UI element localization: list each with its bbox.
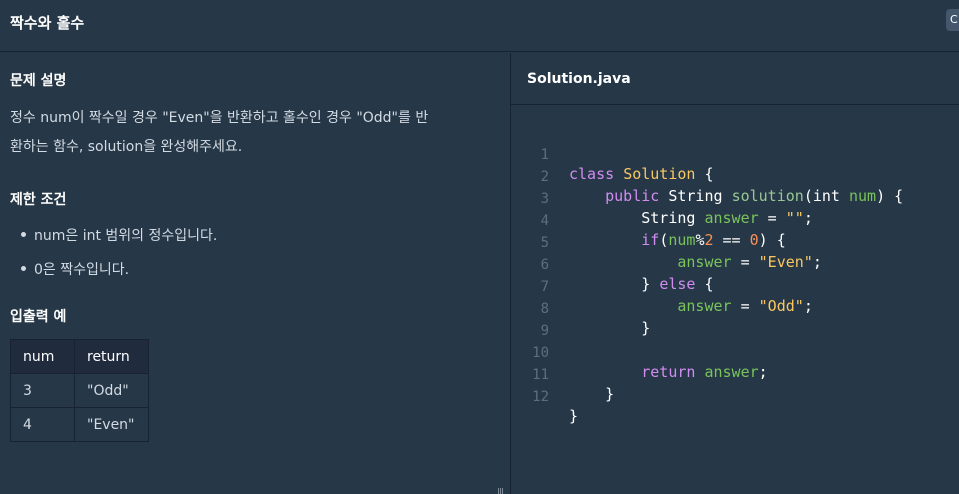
- code-token: (: [803, 187, 813, 205]
- code-token: int: [812, 187, 840, 205]
- description-title: 문제 설명: [10, 73, 67, 89]
- code-line: 11 }: [511, 349, 614, 403]
- table-cell: "Even": [74, 407, 149, 442]
- code-token: "Even": [758, 253, 813, 271]
- editor-tab-solution[interactable]: Solution.java: [527, 71, 631, 87]
- code-line: 7 answer = "Odd";: [511, 261, 813, 315]
- constraints-title: 제한 조건: [10, 192, 67, 208]
- code-line: 8 }: [511, 283, 651, 337]
- code-token: String: [668, 187, 723, 205]
- code-line: 2 public String solution(int num) {: [511, 151, 904, 205]
- editor-panel: Solution.java 1 class Solution { 2 publi…: [511, 53, 959, 494]
- code-token: =: [731, 297, 759, 315]
- code-line: 3 String answer = "";: [511, 173, 813, 227]
- code-token: answer: [704, 363, 759, 381]
- table-row: 4 "Even": [10, 407, 149, 442]
- code-editor[interactable]: 1 class Solution { 2 public String solut…: [511, 106, 959, 494]
- code-line: 1 class Solution {: [511, 129, 714, 183]
- code-token: ;: [803, 209, 813, 227]
- code-token: solution: [731, 187, 804, 205]
- code-token: num: [848, 187, 877, 205]
- code-token: =: [731, 253, 759, 271]
- code-token: ;: [812, 253, 822, 271]
- code-token: else: [659, 275, 696, 293]
- description-line-2: 환하는 함수, solution을 완성해주세요.: [10, 139, 243, 155]
- code-token: {: [695, 165, 714, 183]
- code-token: if: [641, 231, 660, 249]
- code-token: 2: [704, 231, 714, 249]
- code-line: 12 }: [511, 371, 578, 425]
- code-token: }: [569, 407, 579, 425]
- code-token: Solution: [623, 165, 696, 183]
- page-title: 짝수와 홀수: [10, 14, 85, 32]
- table-header-row: num return: [10, 339, 149, 374]
- examples-title: 입출력 예: [10, 309, 67, 325]
- code-token: }: [641, 319, 651, 337]
- code-line: 4 if(num%2 == 0) {: [511, 195, 786, 249]
- code-token: 0: [749, 231, 759, 249]
- table-header-num: num: [10, 339, 75, 374]
- resize-handle-icon[interactable]: |||: [497, 488, 504, 494]
- code-line: 5 answer = "Even";: [511, 217, 822, 271]
- code-token: public: [605, 187, 660, 205]
- code-token: }: [641, 275, 660, 293]
- code-token: ;: [803, 297, 813, 315]
- table-cell: 4: [10, 407, 75, 442]
- code-token: answer: [677, 297, 732, 315]
- table-header-return: return: [74, 339, 149, 374]
- line-number: 12: [532, 389, 549, 405]
- code-token: "": [785, 209, 804, 227]
- example-table: num return 3 "Odd" 4 "Even": [10, 339, 149, 442]
- code-token: return: [641, 363, 696, 381]
- table-cell: "Odd": [74, 373, 149, 408]
- code-token: String: [641, 209, 696, 227]
- constraint-item: 0은 짝수입니다.: [20, 259, 129, 279]
- code-token: answer: [704, 209, 759, 227]
- code-token: ) {: [758, 231, 786, 249]
- top-bar: 짝수와 홀수 C: [0, 0, 959, 52]
- description-line-1: 정수 num이 짝수일 경우 "Even"을 반환하고 홀수인 경우 "Odd"…: [10, 110, 429, 126]
- code-line: 10 return answer;: [511, 327, 768, 381]
- editor-tab-bar: Solution.java: [511, 53, 959, 105]
- code-token: class: [569, 165, 615, 183]
- code-token: ==: [713, 231, 750, 249]
- code-line: 6 } else {: [511, 239, 714, 293]
- code-line: 9: [511, 305, 565, 339]
- code-token: ) {: [876, 187, 904, 205]
- corner-button[interactable]: C: [946, 9, 959, 31]
- code-token: num: [668, 231, 696, 249]
- code-token: answer: [677, 253, 732, 271]
- code-token: "Odd": [758, 297, 804, 315]
- code-token: (: [659, 231, 669, 249]
- code-token: =: [758, 209, 786, 227]
- table-cell: 3: [10, 373, 75, 408]
- problem-description: 정수 num이 짝수일 경우 "Even"을 반환하고 홀수인 경우 "Odd"…: [10, 104, 480, 162]
- constraint-item: num은 int 범위의 정수입니다.: [20, 225, 217, 245]
- code-token: ;: [758, 363, 768, 381]
- code-token: }: [605, 385, 615, 403]
- table-row: 3 "Odd": [10, 373, 149, 408]
- code-token: {: [695, 275, 714, 293]
